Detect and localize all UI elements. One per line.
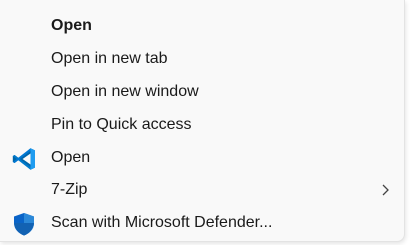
menu-item-label: Pin to Quick access	[51, 116, 192, 133]
menu-item-scan-with-defender[interactable]: Scan with Microsoft Defender...	[4, 207, 400, 239]
menu-item-open-in-new-tab[interactable]: Open in new tab	[4, 43, 400, 75]
menu-item-open[interactable]: Open	[4, 10, 400, 42]
menu-item-label: Open	[51, 149, 91, 166]
menu-item-open-with-vscode[interactable]: Open	[4, 142, 400, 174]
menu-item-label: Scan with Microsoft Defender...	[51, 214, 273, 231]
menu-item-7zip[interactable]: 7-Zip	[4, 174, 400, 206]
menu-item-pin-to-quick-access[interactable]: Pin to Quick access	[4, 109, 400, 141]
menu-item-label: Open in new window	[51, 83, 199, 100]
menu-item-label: Open in new tab	[51, 50, 168, 67]
context-menu: Open Open in new tab Open in new window …	[0, 0, 405, 242]
vscode-icon	[12, 148, 36, 170]
chevron-right-icon	[382, 184, 389, 196]
menu-item-label: 7-Zip	[51, 181, 88, 198]
menu-item-open-in-new-window[interactable]: Open in new window	[4, 76, 400, 108]
defender-shield-icon	[14, 213, 34, 236]
menu-item-label: Open	[51, 17, 92, 34]
